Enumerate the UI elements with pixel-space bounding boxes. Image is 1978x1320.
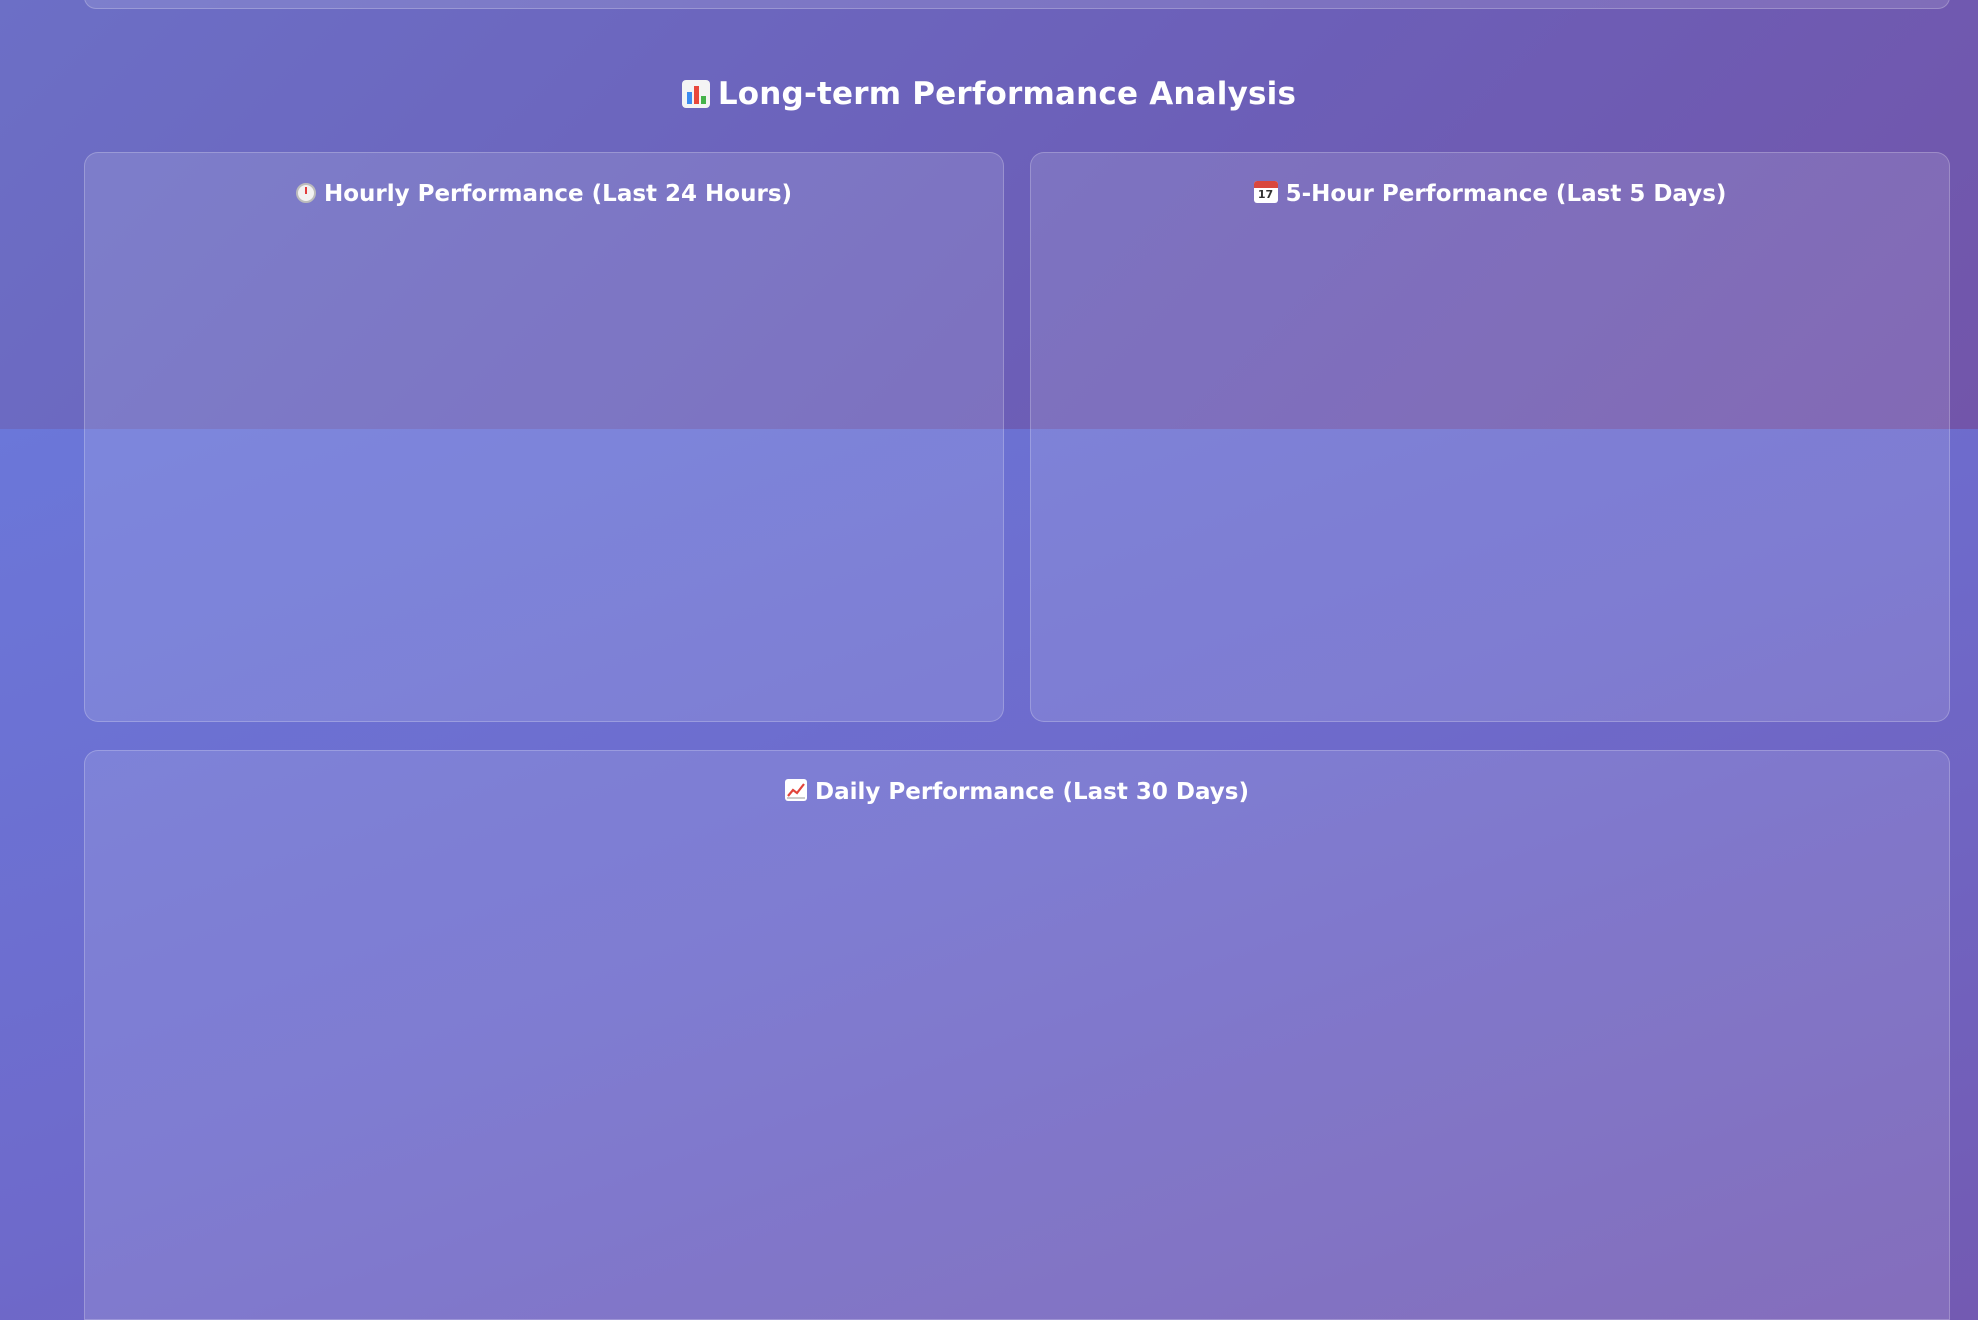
chart-increasing-icon xyxy=(785,779,808,801)
hourly-panel-title: Hourly Performance (Last 24 Hours) xyxy=(85,181,1003,207)
calendar-icon: 17 xyxy=(1253,181,1278,203)
stopwatch-icon xyxy=(295,183,316,203)
five-hour-panel-title-text: 5-Hour Performance (Last 5 Days) xyxy=(1285,181,1727,207)
daily-performance-panel: Daily Performance (Last 30 Days) xyxy=(84,750,1950,1320)
daily-panel-title-text: Daily Performance (Last 30 Days) xyxy=(815,779,1249,805)
daily-panel-title: Daily Performance (Last 30 Days) xyxy=(85,779,1949,805)
hourly-panel-title-text: Hourly Performance (Last 24 Hours) xyxy=(323,181,793,207)
hourly-chart-area xyxy=(115,233,973,697)
bar-chart-icon xyxy=(681,80,710,108)
section-title-text: Long-term Performance Analysis xyxy=(717,76,1297,112)
five-hour-panel-title: 17 5-Hour Performance (Last 5 Days) xyxy=(1031,181,1949,207)
five-hour-performance-panel: 17 5-Hour Performance (Last 5 Days) xyxy=(1030,152,1950,722)
hourly-performance-panel: Hourly Performance (Last 24 Hours) xyxy=(84,152,1004,722)
section-title: Long-term Performance Analysis xyxy=(0,76,1978,112)
daily-chart-area xyxy=(115,831,1919,1295)
previous-section-panel xyxy=(84,0,1950,9)
five-hour-chart-area xyxy=(1061,233,1919,697)
